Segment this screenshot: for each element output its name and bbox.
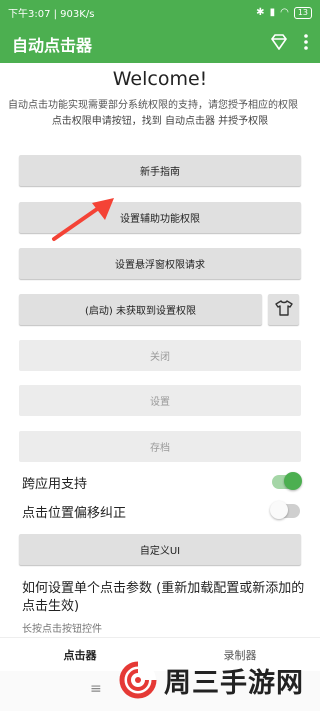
watermark-logo-icon (119, 661, 157, 699)
app-title: 自动点击器 (12, 36, 93, 55)
diamond-icon[interactable] (270, 34, 288, 54)
custom-ui-button[interactable]: 自定义UI (19, 534, 301, 565)
click-params-sub: 长按点击按钮控件 (22, 624, 102, 635)
status-time: 下午3:07 | 903K/s (8, 9, 95, 20)
red-arrow-annotation (52, 198, 114, 241)
shirt-button[interactable] (268, 294, 299, 325)
offset-switch[interactable] (270, 501, 300, 519)
switch-knob (270, 501, 288, 519)
cross-app-switch[interactable] (272, 472, 302, 490)
switch-knob (284, 472, 302, 490)
shirt-icon (274, 299, 293, 320)
permission-description: 自动点击功能实现需要部分系统权限的支持，请您授予相应的权限 (8, 100, 298, 111)
main-content[interactable]: Welcome! 自动点击功能实现需要部分系统权限的支持，请您授予相应的权限 点… (0, 63, 320, 637)
start-button[interactable]: (启动) 未获取到设置权限 (19, 294, 262, 325)
close-button[interactable]: 关闭 (19, 340, 301, 371)
guide-button[interactable]: 新手指南 (19, 155, 301, 186)
status-icons: ✱ ▮ ◠ 13 (256, 6, 312, 19)
settings-button[interactable]: 设置 (19, 385, 301, 416)
archive-button[interactable]: 存档 (19, 431, 301, 462)
app-bar: 自动点击器 (0, 25, 320, 63)
click-params-heading: 如何设置单个点击参数 (重新加载配置或新添加的点击生效) (22, 581, 305, 614)
wifi-icon: ◠ (280, 7, 289, 18)
battery-icon: 13 (293, 6, 312, 19)
cross-app-toggle-row[interactable]: 跨应用支持 (22, 471, 302, 493)
signal-icon: ▮ (269, 7, 276, 18)
watermark: 周三手游网 (118, 660, 304, 700)
menu-icon[interactable]: ≡ (90, 681, 102, 697)
watermark-text: 周三手游网 (164, 667, 304, 699)
offset-toggle-row[interactable]: 点击位置偏移纠正 (22, 500, 300, 522)
more-vert-icon[interactable] (304, 34, 308, 54)
status-bar: 下午3:07 | 903K/s ✱ ▮ ◠ 13 (0, 0, 320, 25)
permission-hint: 点击权限申请按钮，找到 自动点击器 并授予权限 (51, 116, 269, 127)
cross-app-label: 跨应用支持 (22, 476, 88, 492)
offset-label: 点击位置偏移纠正 (22, 505, 127, 521)
bluetooth-icon: ✱ (256, 7, 265, 18)
welcome-title: Welcome! (112, 68, 208, 90)
overlay-permission-button[interactable]: 设置悬浮窗权限请求 (19, 248, 301, 279)
